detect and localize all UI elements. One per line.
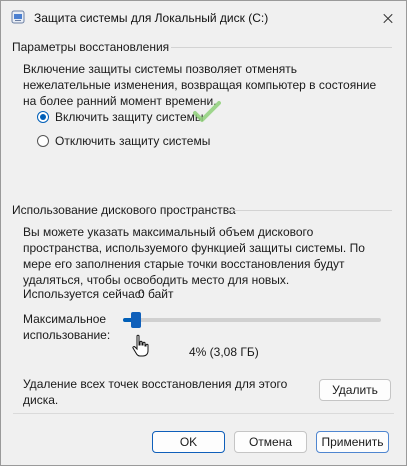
radio-button-selected[interactable] — [37, 111, 49, 123]
window-title: Защита системы для Локальный диск (C:) — [34, 11, 269, 25]
restore-settings-title: Параметры восстановления — [12, 40, 170, 54]
footer-divider — [13, 413, 394, 414]
max-usage-label: Максимальное использование: — [23, 312, 111, 342]
delete-button[interactable]: Удалить — [319, 379, 391, 401]
max-usage-slider[interactable] — [123, 318, 381, 322]
radio-enable-label[interactable]: Включить защиту системы — [55, 110, 204, 124]
radio-disable-label[interactable]: Отключить защиту системы — [55, 134, 210, 148]
current-usage-value: 0 байт — [138, 287, 174, 301]
delete-description: Удаление всех точек восстановления для э… — [23, 377, 288, 407]
section-divider — [171, 47, 392, 48]
apply-button[interactable]: Применить — [316, 431, 389, 453]
cancel-button[interactable]: Отмена — [234, 431, 307, 453]
radio-button[interactable] — [37, 135, 49, 147]
slider-value-text: 4% (3,08 ГБ) — [189, 345, 259, 359]
slider-thumb[interactable] — [131, 312, 141, 328]
check-mark-icon — [193, 101, 221, 122]
system-protection-dialog: Защита системы для Локальный диск (C:) П… — [0, 0, 407, 466]
section-divider — [227, 210, 392, 211]
close-button[interactable] — [378, 9, 398, 29]
ok-button[interactable]: OK — [152, 431, 225, 453]
disk-usage-description: Вы можете указать максимальный объем дис… — [23, 225, 365, 287]
title-bar[interactable]: Защита системы для Локальный диск (C:) — [1, 1, 406, 33]
radio-disable-protection[interactable]: Отключить защиту системы — [37, 133, 210, 149]
hand-cursor-icon — [132, 334, 149, 357]
current-usage-label: Используется сейчас: — [23, 287, 145, 301]
radio-enable-protection[interactable]: Включить защиту системы — [37, 109, 204, 125]
disk-usage-title: Использование дискового пространства — [12, 203, 236, 217]
shield-icon — [11, 10, 25, 24]
